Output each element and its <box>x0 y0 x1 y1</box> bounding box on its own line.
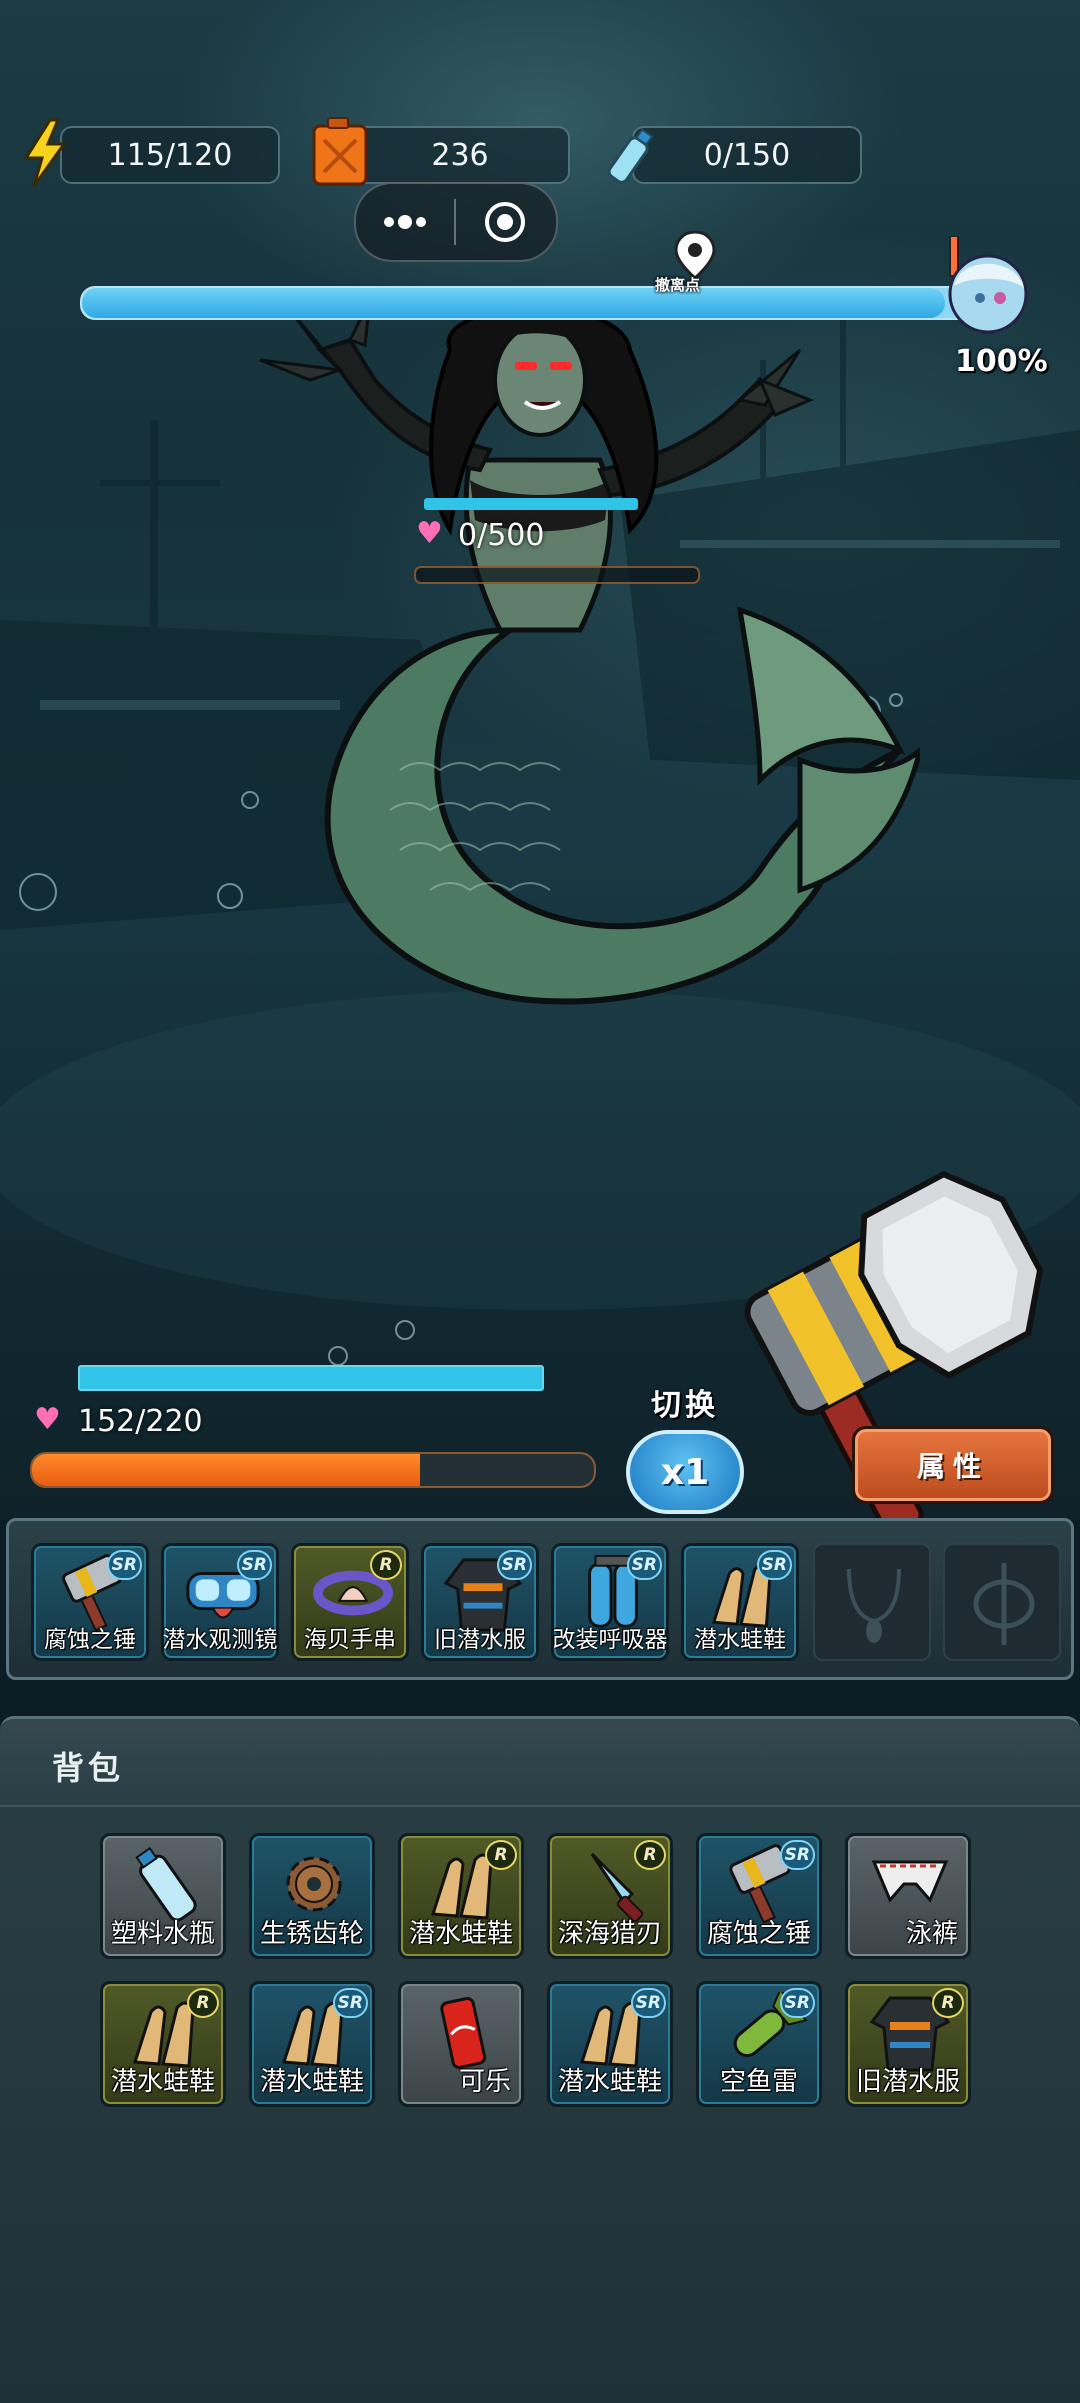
mini-program-capsule <box>354 182 558 262</box>
item-name: 潜水蛙鞋 <box>408 1919 513 1949</box>
water-value: 0/150 <box>703 137 791 173</box>
rarity-badge: SR <box>779 1988 815 2018</box>
backpack-item[interactable]: R 潜水蛙鞋 <box>100 1981 226 2107</box>
necklace-slot-icon <box>847 1568 901 1643</box>
backpack-item[interactable]: SR 空鱼雷 <box>696 1981 822 2107</box>
player-hp-text: 152/220 <box>78 1404 203 1439</box>
equip-slot-1[interactable]: SR 腐蚀之锤 <box>31 1543 149 1661</box>
fuel-can-icon <box>312 117 368 186</box>
rarity-badge: SR <box>779 1840 815 1870</box>
item-name: 生锈齿轮 <box>259 1919 364 1949</box>
item-name: 潜水蛙鞋 <box>259 2067 364 2097</box>
backpack-item[interactable]: 泳裤 <box>845 1833 971 1959</box>
switch-label: 切换 <box>651 1388 719 1423</box>
switch-control: 切换 x1 <box>620 1380 750 1514</box>
water-bottle-icon <box>135 1846 197 1922</box>
equip-slot-3[interactable]: R 海贝手串 <box>291 1543 409 1661</box>
backpack-item[interactable]: SR 腐蚀之锤 <box>696 1833 822 1959</box>
rarity-badge: SR <box>106 1550 142 1580</box>
player-hp-bar <box>30 1452 596 1488</box>
swim-trunks-icon <box>871 1860 949 1903</box>
more-dots-icon <box>384 215 426 229</box>
backpack-item[interactable]: 可乐 <box>398 1981 524 2107</box>
more-button[interactable] <box>356 214 454 230</box>
backpack-item[interactable]: R 潜水蛙鞋 <box>398 1833 524 1959</box>
rarity-badge: SR <box>332 1988 368 2018</box>
backpack-item[interactable]: 生锈齿轮 <box>249 1833 375 1959</box>
gear-icon <box>286 1856 342 1912</box>
item-name: 旧潜水服 <box>855 2067 960 2097</box>
player-hp-fill <box>32 1454 420 1486</box>
equip-slot-6[interactable]: SR 潜水蛙鞋 <box>681 1543 799 1661</box>
item-name: 泳裤 <box>905 1919 958 1949</box>
fuel-stat: 236 <box>350 126 570 184</box>
rarity-badge: R <box>485 1840 517 1870</box>
battle-scene: 115/120 236 0/150 撤离点 100% ♥ 0/500 ♥ 152… <box>0 0 1080 1520</box>
enemy-hp-bar <box>414 566 700 584</box>
mermaid-monster[interactable] <box>200 310 920 1030</box>
equipment-bar: SR 腐蚀之锤 SR 潜水观测镜 R 海贝手串 SR 旧潜水服 SR 改装呼吸器… <box>6 1518 1074 1680</box>
item-name: 潜水蛙鞋 <box>557 2067 662 2097</box>
item-name: 腐蚀之锤 <box>706 1919 811 1949</box>
backpack-title: 背包 <box>52 1749 125 1787</box>
item-name: 腐蚀之锤 <box>44 1627 136 1653</box>
rarity-badge: SR <box>756 1550 792 1580</box>
item-name: 潜水蛙鞋 <box>110 2067 215 2097</box>
close-button[interactable] <box>456 200 554 244</box>
progress-percent: 100% <box>955 344 1048 379</box>
item-name: 海贝手串 <box>304 1627 396 1653</box>
item-name: 塑料水瓶 <box>110 1919 215 1949</box>
backpack-header: 背包 <box>0 1719 1080 1807</box>
dive-progress-fill <box>82 288 946 318</box>
equip-slot-2[interactable]: SR 潜水观测镜 <box>161 1543 279 1661</box>
target-close-icon <box>485 202 525 242</box>
rarity-badge: SR <box>630 1988 666 2018</box>
enemy-hp-text: 0/500 <box>458 518 545 553</box>
lightning-icon <box>23 118 67 187</box>
backpack-item[interactable]: R 旧潜水服 <box>845 1981 971 2107</box>
backpack-item[interactable]: 塑料水瓶 <box>100 1833 226 1959</box>
rarity-badge: R <box>187 1988 219 2018</box>
speed-multiplier-button[interactable]: x1 <box>626 1430 744 1514</box>
item-name: 改装呼吸器 <box>552 1627 668 1653</box>
equip-slot-5[interactable]: SR 改装呼吸器 <box>551 1543 669 1661</box>
heart-icon: ♥ <box>34 1402 61 1437</box>
energy-value: 115/120 <box>107 137 233 173</box>
equip-slot-accessory[interactable] <box>943 1543 1061 1661</box>
evacuation-point-label: 撤离点 <box>655 276 701 294</box>
backpack-item[interactable]: SR 潜水蛙鞋 <box>249 1981 375 2107</box>
backpack-panel: 背包 塑料水瓶 生锈齿轮 R 潜水蛙鞋 R 深海猎刃 SR 腐蚀之锤 泳裤 R … <box>0 1716 1080 2403</box>
water-bottle-icon <box>607 128 654 184</box>
diver-avatar <box>948 236 1028 334</box>
rarity-badge: R <box>634 1840 666 1870</box>
rarity-badge: R <box>370 1550 402 1580</box>
rarity-badge: SR <box>626 1550 662 1580</box>
backpack-item[interactable]: R 深海猎刃 <box>547 1833 673 1959</box>
item-name: 旧潜水服 <box>434 1627 526 1653</box>
location-pin-icon <box>674 230 716 280</box>
item-name: 空鱼雷 <box>719 2067 798 2097</box>
heart-icon: ♥ <box>416 516 443 551</box>
fuel-value: 236 <box>431 137 489 173</box>
equip-slot-necklace[interactable] <box>813 1543 931 1661</box>
player-shield-bar <box>78 1365 544 1391</box>
item-name: 潜水观测镜 <box>162 1627 278 1653</box>
item-name: 可乐 <box>458 2067 511 2097</box>
backpack-item[interactable]: SR 潜水蛙鞋 <box>547 1981 673 2107</box>
item-name: 深海猎刃 <box>557 1919 662 1949</box>
enemy-shield-bar <box>424 498 638 510</box>
attributes-button[interactable]: 属性 <box>852 1426 1054 1504</box>
rarity-badge: SR <box>236 1550 272 1580</box>
equip-slot-4[interactable]: SR 旧潜水服 <box>421 1543 539 1661</box>
rarity-badge: SR <box>496 1550 532 1580</box>
dive-progress-bar <box>80 286 974 320</box>
phi-slot-icon <box>973 1563 1035 1645</box>
rarity-badge: R <box>932 1988 964 2018</box>
cola-can-icon <box>440 1996 487 2069</box>
item-name: 潜水蛙鞋 <box>694 1627 786 1653</box>
energy-stat: 115/120 <box>60 126 280 184</box>
water-stat: 0/150 <box>632 126 862 184</box>
